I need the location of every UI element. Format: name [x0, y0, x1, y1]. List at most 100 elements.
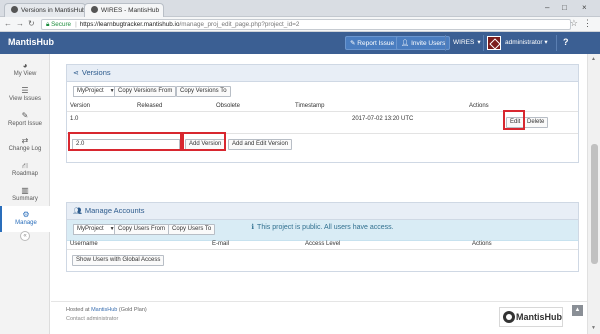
- browser-tab-versions[interactable]: Versions in MantisHub×: [4, 3, 86, 17]
- sidebar-item-report-issue[interactable]: ✎ Report Issue: [0, 107, 50, 133]
- column-header: Released: [137, 103, 163, 109]
- user-plus-icon: 👤︎: [401, 40, 412, 47]
- column-header: Obsolete: [216, 103, 241, 109]
- invite-users-label: Invite Users: [411, 40, 446, 47]
- hosted-plan: (Gold Plan): [118, 307, 147, 313]
- copy-versions-from-button[interactable]: Copy Versions From: [114, 86, 177, 97]
- column-header: Username: [70, 241, 98, 247]
- minimize-icon[interactable]: –: [545, 3, 549, 12]
- retweet-icon: ⇄: [21, 136, 29, 145]
- sidebar-item-label: My View: [13, 71, 37, 77]
- browser-toolbar: ← → ↻ 🔒︎ Secure | https://learnbugtracker.…: [0, 17, 600, 32]
- copy-users-to-button[interactable]: Copy Users To: [168, 224, 216, 235]
- mantishub-link[interactable]: MantisHub: [91, 307, 117, 313]
- forward-icon[interactable]: →: [16, 19, 24, 28]
- navbar-divider: [445, 35, 446, 51]
- close-window-icon[interactable]: ×: [582, 3, 587, 12]
- accounts-header[interactable]: 👥︎ Manage Accounts: [67, 203, 578, 220]
- edit-icon: ✎: [21, 111, 29, 120]
- mantishub-logo-icon: [503, 311, 515, 323]
- report-issue-label: Report Issue: [357, 40, 395, 47]
- sidebar-item-label: View Issues: [9, 96, 41, 102]
- sidebar: ◕ My View ☰ View Issues ✎ Report Issue ⇄ Cha…: [0, 54, 50, 334]
- brand-title[interactable]: MantisHub: [8, 37, 54, 47]
- hosted-at-text: Hosted at MantisHub (Gold Plan): [66, 307, 147, 313]
- sidebar-item-summary[interactable]: ▥ Summary: [0, 182, 50, 208]
- add-and-edit-version-button[interactable]: Add and Edit Version: [228, 139, 293, 150]
- browser-titlebar: Versions in MantisHub× WIRES - MantisHub…: [0, 0, 600, 17]
- address-separator: |: [75, 21, 77, 28]
- scroll-to-top-button[interactable]: ▲: [572, 305, 583, 316]
- users-icon: 👥︎: [73, 208, 82, 215]
- add-version-highlight-box: [182, 132, 226, 151]
- bar-chart-icon: ▥: [21, 186, 29, 195]
- contact-administrator-link[interactable]: Contact administrator: [66, 316, 118, 322]
- secure-label: Secure: [51, 21, 72, 28]
- dashboard-icon: ◕: [22, 61, 28, 70]
- show-global-users-button[interactable]: Show Users with Global Access: [72, 255, 165, 266]
- invite-users-button[interactable]: 👤︎ Invite Users: [396, 36, 451, 50]
- logo-text: MantisHub: [516, 312, 562, 322]
- report-issue-button[interactable]: ✎ Report Issue: [345, 36, 400, 50]
- column-header: Actions: [472, 241, 492, 247]
- scroll-down-icon[interactable]: ▼: [591, 325, 596, 331]
- page-footer: Hosted at MantisHub (Gold Plan) Contact …: [51, 301, 587, 334]
- maximize-icon[interactable]: □: [562, 3, 567, 12]
- edit-highlight-box: [503, 110, 525, 130]
- sidebar-item-label: Report Issue: [7, 121, 43, 127]
- gears-icon: ⚙: [22, 210, 30, 219]
- sidebar-item-label: Change Log: [8, 146, 42, 152]
- sidebar-item-my-view[interactable]: ◕ My View: [0, 57, 50, 83]
- sidebar-item-manage[interactable]: ⚙ Manage: [0, 206, 50, 232]
- accounts-project-select[interactable]: MyProject ▼: [73, 224, 119, 235]
- sidebar-item-label: Roadmap: [11, 171, 38, 177]
- share-icon: ⋖: [73, 70, 79, 77]
- sidebar-item-roadmap[interactable]: ⛙ Roadmap: [0, 157, 50, 183]
- bookmark-star-icon[interactable]: ☆: [570, 18, 578, 29]
- hosted-prefix: Hosted at: [66, 307, 90, 313]
- help-button[interactable]: ?: [563, 37, 569, 47]
- sidebar-item-view-issues[interactable]: ☰ View Issues: [0, 82, 50, 108]
- versions-project-value: MyProject: [77, 88, 104, 94]
- back-icon[interactable]: ←: [4, 19, 12, 28]
- copy-users-from-button[interactable]: Copy Users From: [114, 224, 170, 235]
- delete-version-button[interactable]: Delete: [523, 117, 549, 128]
- column-header: E-mail: [212, 241, 230, 247]
- versions-header[interactable]: ⋖ Versions: [67, 65, 578, 82]
- sidebar-collapse-button[interactable]: «: [20, 231, 30, 241]
- project-selector[interactable]: WIRES ▾: [449, 36, 485, 50]
- copy-versions-to-button[interactable]: Copy Versions To: [176, 86, 231, 97]
- chevron-down-icon: ▾: [544, 39, 548, 46]
- column-header: Version: [70, 103, 91, 109]
- avatar: [487, 36, 501, 50]
- top-navbar: MantisHub ✎ Report Issue 👤︎ Invite Users…: [0, 32, 600, 54]
- sidebar-item-change-log[interactable]: ⇄ Change Log: [0, 132, 50, 158]
- project-name: WIRES: [453, 39, 475, 46]
- version-input-highlight-box: [68, 132, 182, 151]
- user-name: administrator ▾: [505, 35, 548, 51]
- table-divider: [67, 249, 578, 250]
- navbar-divider: [483, 35, 484, 51]
- page-scrollbar[interactable]: ▲ ▼: [587, 54, 600, 334]
- version-cell: 1.0: [70, 116, 79, 122]
- scrollbar-thumb[interactable]: [591, 144, 598, 264]
- tab-title: Versions in MantisHub: [21, 7, 86, 14]
- address-bar[interactable]: 🔒︎ Secure | https://learnbugtracker.mantis…: [41, 19, 571, 30]
- browser-tab-wires[interactable]: WIRES - MantisHub×: [84, 3, 164, 17]
- url-path: /manage_proj_edit_page.php?project_id=2: [179, 21, 300, 28]
- browser-menu-icon[interactable]: ⋮: [583, 18, 592, 29]
- scroll-up-icon[interactable]: ▲: [591, 56, 596, 62]
- navbar-divider: [556, 35, 557, 51]
- versions-title: Versions: [81, 68, 111, 77]
- user-menu[interactable]: administrator ▾: [487, 35, 555, 51]
- main-content: ⋖ Versions MyProject ▼ Copy Versions From …: [51, 54, 587, 334]
- github-icon: [91, 6, 98, 13]
- mantishub-logo[interactable]: MantisHub: [499, 307, 563, 327]
- user-name-label: administrator: [505, 39, 543, 46]
- versions-project-select[interactable]: MyProject ▼: [73, 86, 119, 97]
- column-header: Actions: [469, 103, 489, 109]
- accounts-widget: 👥︎ Manage Accounts MyProject ▼ Copy Users …: [66, 202, 579, 272]
- road-icon: ⛙: [22, 161, 28, 170]
- reload-icon[interactable]: ↻: [28, 19, 35, 28]
- url-host: https://learnbugtracker.mantishub.io: [79, 21, 180, 28]
